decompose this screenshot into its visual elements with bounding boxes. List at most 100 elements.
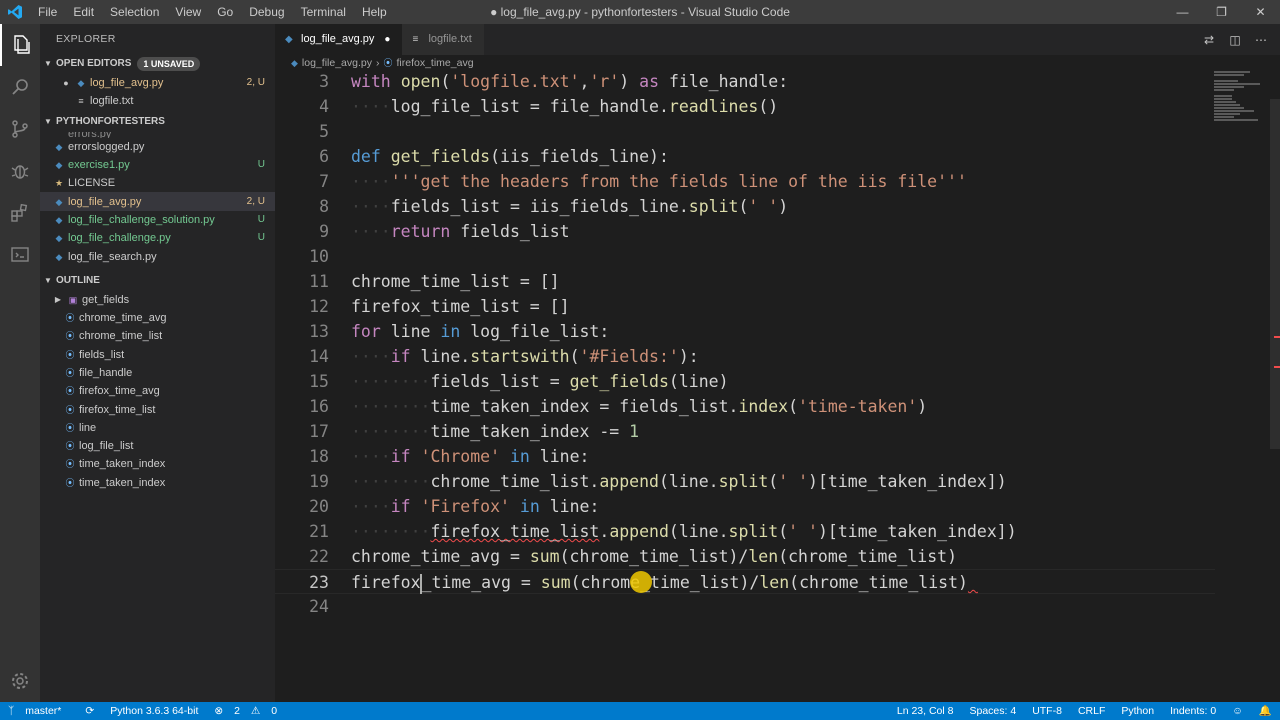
tab-log-file-avg[interactable]: ◆ log_file_avg.py ● (275, 24, 403, 55)
language-mode[interactable]: Python (1113, 702, 1162, 720)
code-line: 10 (309, 247, 329, 266)
outline-item[interactable]: ⦿ fields_list (40, 346, 275, 364)
problems-indicator[interactable]: ⊗ 2 ⚠ 0 (206, 702, 293, 720)
editor-actions: ⇄ ◫ ⋯ (1196, 24, 1274, 55)
source-control-icon[interactable] (0, 108, 40, 150)
python-file-icon: ◆ (55, 141, 63, 152)
file-item[interactable]: ★ LICENSE (40, 174, 275, 192)
open-editor-item[interactable]: ● ◆ log_file_avg.py 2, U (40, 74, 275, 92)
minimize-icon[interactable]: — (1163, 0, 1202, 24)
line-ending[interactable]: CRLF (1070, 702, 1113, 720)
outline-item[interactable]: ⦿ time_taken_index (40, 474, 275, 492)
remote-explorer-icon[interactable] (0, 234, 40, 276)
file-label: exercise1.py (68, 159, 130, 172)
more-actions-icon[interactable]: ⋯ (1248, 33, 1274, 47)
indents-indicator[interactable]: Indents: 0 (1162, 702, 1224, 720)
menu-view[interactable]: View (167, 0, 209, 24)
restore-icon[interactable]: ❐ (1202, 0, 1241, 24)
sync-icon[interactable]: ⟳ (77, 702, 102, 720)
outline-item[interactable]: ⦿ chrome_time_list (40, 327, 275, 345)
tab-label: log_file_avg.py (301, 33, 375, 45)
open-changes-icon[interactable]: ⇄ (1196, 33, 1222, 47)
notifications-bell-icon[interactable]: 🔔 (1251, 702, 1280, 720)
outline-item[interactable]: ⦿ chrome_time_avg (40, 309, 275, 327)
outline-label: chrome_time_list (79, 330, 163, 343)
tab-logfile-txt[interactable]: ≡ logfile.txt (402, 24, 484, 55)
outline-item[interactable]: ⦿ firefox_time_list (40, 400, 275, 418)
menu-terminal[interactable]: Terminal (293, 0, 354, 24)
variable-icon: ⦿ (65, 441, 75, 452)
variable-icon: ⦿ (65, 368, 75, 378)
vertical-scrollbar[interactable] (1270, 99, 1280, 449)
outline-label: firefox_time_list (79, 403, 156, 416)
minimap[interactable] (1214, 71, 1266, 127)
tab-bar: ◆ log_file_avg.py ● ≡ logfile.txt ⇄ ◫ ⋯ (275, 24, 1280, 55)
code-line: 5 (319, 122, 329, 141)
outline-item[interactable]: ⦿ firefox_time_avg (40, 382, 275, 400)
chevron-down-icon: ▼ (44, 59, 52, 68)
code-line: 21 ········firefox_time_list.append(line.… (309, 522, 1017, 541)
close-icon[interactable]: ✕ (1241, 0, 1280, 24)
unsaved-dot-icon[interactable]: ● (384, 24, 390, 55)
git-branch[interactable]: ᛉ master* (0, 702, 77, 720)
outline-item[interactable]: ⦿ file_handle (40, 364, 275, 382)
code-line-current: 23 firefox_time_avg = sum(chrome_time_lis… (275, 569, 1215, 594)
indentation[interactable]: Spaces: 4 (961, 702, 1024, 720)
open-editors-label: OPEN EDITORS (56, 58, 132, 69)
file-encoding[interactable]: UTF-8 (1024, 702, 1070, 720)
file-item[interactable]: ◆ log_file_challenge_solution.py U (40, 211, 275, 229)
file-label: log_file_search.py (68, 250, 157, 263)
menu-help[interactable]: Help (354, 0, 395, 24)
outline-item[interactable]: ⦿ log_file_list (40, 437, 275, 455)
code-line: 4 ····log_file_list = file_handle.readlin… (319, 97, 779, 116)
menu-file[interactable]: File (30, 0, 65, 24)
file-item[interactable]: ◆ exercise1.py U (40, 156, 275, 174)
code-line: 18 ····if 'Chrome' in line: (309, 447, 590, 466)
cursor-position[interactable]: Ln 23, Col 8 (889, 702, 962, 720)
settings-gear-icon[interactable] (0, 660, 40, 702)
file-item[interactable]: ◆ log_file_search.py (40, 247, 275, 265)
menu-debug[interactable]: Debug (241, 0, 292, 24)
extensions-icon[interactable] (0, 192, 40, 234)
outline-header[interactable]: ▼ OUTLINE (40, 271, 275, 291)
activity-bar (0, 24, 40, 702)
file-item[interactable]: ◆ log_file_avg.py 2, U (40, 192, 275, 211)
debug-icon[interactable] (0, 150, 40, 192)
menu-go[interactable]: Go (209, 0, 241, 24)
python-file-icon: ◆ (55, 214, 63, 225)
menu-edit[interactable]: Edit (65, 0, 102, 24)
open-editor-label: logfile.txt (90, 95, 134, 108)
split-editor-icon[interactable]: ◫ (1222, 33, 1248, 47)
variable-icon: ⦿ (65, 313, 75, 324)
python-interpreter[interactable]: Python 3.6.3 64-bit (102, 702, 206, 720)
warning-count: 0 (271, 705, 278, 717)
menu-selection[interactable]: Selection (102, 0, 167, 24)
file-item[interactable]: ◆ errorslogged.py (40, 138, 275, 156)
outline-label: get_fields (82, 293, 130, 306)
dirty-dot-icon: ● (63, 78, 69, 89)
git-status: U (257, 213, 265, 225)
title-bar: File Edit Selection View Go Debug Termin… (0, 0, 1280, 24)
tab-label: logfile.txt (428, 33, 472, 45)
project-folder-header[interactable]: ▼ PYTHONFORTESTERS (40, 112, 275, 132)
open-editor-item[interactable]: ≡ logfile.txt (40, 92, 275, 110)
open-editors-header[interactable]: ▼ OPEN EDITORS 1 UNSAVED (40, 54, 275, 74)
mouse-pointer-highlight (630, 571, 652, 593)
file-item[interactable]: ◆ log_file_challenge.py U (40, 229, 275, 247)
code-line: 20 ····if 'Firefox' in line: (309, 497, 600, 516)
code-line: 7 ····'''get the headers from the fields … (319, 172, 967, 191)
code-line: 13 for line in log_file_list: (309, 322, 610, 341)
feedback-icon[interactable]: ☺ (1224, 702, 1251, 720)
file-label: LICENSE (68, 177, 116, 190)
outline-item[interactable]: ▶ ▣ get_fields (40, 291, 275, 309)
git-status: U (257, 232, 265, 244)
outline-item[interactable]: ⦿ time_taken_index (40, 455, 275, 473)
git-status: 2, U (246, 195, 265, 207)
outline-item[interactable]: ⦿ line (40, 419, 275, 437)
code-editor[interactable]: 3 with open('logfile.txt','r') as file_ha… (275, 69, 1280, 669)
vscode-logo-icon (0, 0, 30, 24)
explorer-icon[interactable] (0, 24, 40, 66)
code-line: 19 ········chrome_time_list.append(line.s… (309, 472, 1007, 491)
search-icon[interactable] (0, 66, 40, 108)
python-file-icon: ◆ (55, 251, 63, 262)
